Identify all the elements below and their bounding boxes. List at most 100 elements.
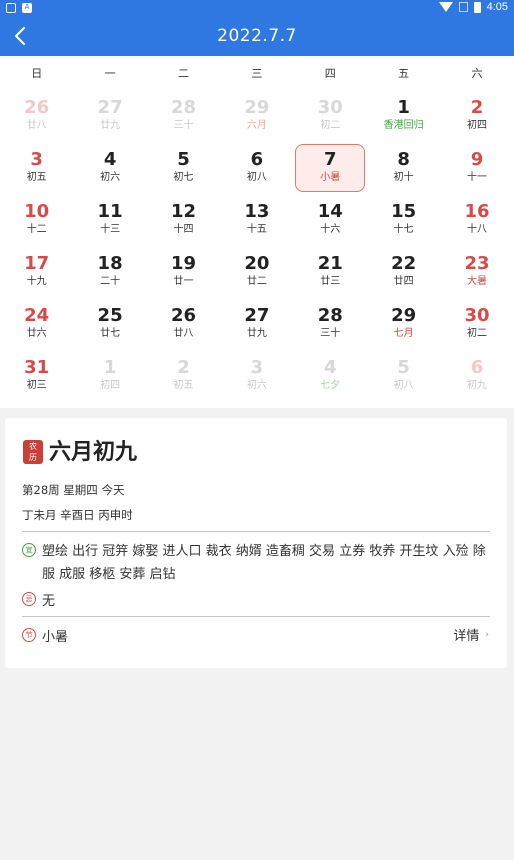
lunar-day: 廿二: [246, 276, 267, 287]
status-time: 4:05: [486, 1, 508, 13]
day-cell[interactable]: 18 二十: [73, 246, 146, 298]
day-number: 1: [397, 97, 410, 118]
day-cell[interactable]: 15 十七: [367, 194, 440, 246]
day-cell[interactable]: 6 初九: [440, 350, 513, 402]
day-cell-selected[interactable]: 7 小暑: [294, 142, 367, 194]
day-number: 21: [317, 253, 343, 274]
day-cell[interactable]: 30 初二: [294, 90, 367, 142]
day-number: 3: [250, 357, 264, 378]
day-cell[interactable]: 17 十九: [0, 246, 73, 298]
day-cell[interactable]: 28 三十: [294, 298, 367, 350]
day-cell[interactable]: 29 七月: [367, 298, 440, 350]
day-cell[interactable]: 2 初四: [440, 90, 513, 142]
day-cell[interactable]: 20 廿二: [220, 246, 293, 298]
day-cell[interactable]: 28 三十: [147, 90, 220, 142]
day-cell[interactable]: 1 初四: [73, 350, 146, 402]
lunar-day: 初五: [26, 172, 47, 183]
lunar-day: 十八: [467, 224, 488, 235]
day-cell[interactable]: 19 廿一: [147, 246, 220, 298]
day-cell[interactable]: 16 十八: [440, 194, 513, 246]
day-number: 3: [30, 149, 43, 170]
day-cell[interactable]: 8 初十: [367, 142, 440, 194]
weekday-label: 日: [31, 67, 43, 80]
day-number: 17: [24, 253, 50, 274]
day-cell[interactable]: 5 初八: [367, 350, 440, 402]
day-cell[interactable]: 2 初五: [147, 350, 220, 402]
day-cell[interactable]: 27 廿九: [73, 90, 146, 142]
day-cell[interactable]: 4 七夕: [294, 350, 367, 402]
day-cell[interactable]: 13 十五: [220, 194, 293, 246]
lunar-day: 初三: [26, 380, 47, 391]
page-title: 2022.7.7: [217, 26, 297, 46]
notification-icon: [6, 3, 16, 13]
day-cell[interactable]: 30 初二: [440, 298, 513, 350]
chevron-right-icon: ›: [485, 629, 489, 640]
weekday-label: 四: [324, 67, 336, 80]
day-cell[interactable]: 27 廿九: [220, 298, 293, 350]
day-cell[interactable]: 31 初三: [0, 350, 73, 402]
day-cell[interactable]: 3 初六: [220, 350, 293, 402]
day-cell[interactable]: 22 廿四: [367, 246, 440, 298]
weekday-label: 一: [104, 67, 116, 80]
day-cell[interactable]: 10 十二: [0, 194, 73, 246]
week-info: 第28周 星期四 今天: [22, 483, 125, 497]
day-number: 30: [464, 305, 490, 326]
day-cell[interactable]: 29 六月: [220, 90, 293, 142]
lunar-day: 初九: [467, 380, 488, 391]
lunar-day: 七月: [393, 328, 414, 339]
day-number: 28: [317, 305, 343, 326]
lunar-day: 廿三: [320, 276, 341, 287]
day-number: 25: [97, 305, 123, 326]
lunar-day: 廿九: [246, 328, 267, 339]
lunar-day: 初十: [393, 172, 414, 183]
calendar-grid: 26 廿八 27 廿九 28 三十 29 六月 30 初二 1 香港回归 2 初四 3 初五 4 初六 5 初七 6 初八…: [0, 90, 514, 402]
day-cell[interactable]: 12 十四: [147, 194, 220, 246]
calendar-month: 日一二三四五六 26 廿八 27 廿九 28 三十 29 六月 30 初二 1 香港回归 2 初四 3 初五 4…: [0, 56, 514, 408]
day-cell[interactable]: 23 大暑: [440, 246, 513, 298]
day-number: 24: [24, 305, 50, 326]
day-cell[interactable]: 5 初七: [147, 142, 220, 194]
day-number: 6: [250, 149, 264, 170]
day-cell[interactable]: 26 廿八: [147, 298, 220, 350]
day-cell[interactable]: 26 廿八: [0, 90, 73, 142]
app-header: 2022.7.7: [0, 16, 514, 56]
day-number: 27: [244, 305, 270, 326]
lunar-day: 六月: [246, 120, 267, 131]
lunar-day: 初八: [393, 380, 414, 391]
details-link[interactable]: 详情 ›: [453, 625, 489, 644]
lunar-badge-icon: 农 历: [23, 440, 43, 464]
day-number: 14: [317, 201, 343, 222]
day-cell[interactable]: 6 初八: [220, 142, 293, 194]
day-number: 8: [397, 149, 410, 170]
day-cell[interactable]: 25 廿七: [73, 298, 146, 350]
day-number: 31: [24, 357, 50, 378]
day-cell[interactable]: 14 十六: [294, 194, 367, 246]
day-number: 29: [391, 305, 417, 326]
lunar-day: 廿四: [393, 276, 414, 287]
weekday-header: 日一二三四五六: [0, 56, 514, 90]
day-number: 18: [97, 253, 123, 274]
ji-icon: 忌: [22, 592, 36, 606]
day-number: 22: [391, 253, 417, 274]
day-number: 27: [97, 97, 123, 118]
lunar-date: 六月初九: [49, 440, 138, 465]
day-number: 19: [170, 253, 196, 274]
day-number: 9: [470, 149, 484, 170]
day-number: 4: [103, 149, 117, 170]
lunar-day: 十一: [467, 172, 488, 183]
day-cell[interactable]: 21 廿三: [294, 246, 367, 298]
details-label: 详情: [453, 629, 480, 644]
day-number: 4: [323, 357, 337, 378]
app-notification-icon: A: [22, 3, 32, 13]
day-cell[interactable]: 3 初五: [0, 142, 73, 194]
day-cell[interactable]: 11 十三: [73, 194, 146, 246]
day-number: 2: [177, 357, 190, 378]
day-cell[interactable]: 24 廿六: [0, 298, 73, 350]
day-cell[interactable]: 9 十一: [440, 142, 513, 194]
lunar-day: 十三: [100, 224, 121, 235]
day-number: 11: [97, 201, 123, 222]
battery-icon: [473, 1, 481, 13]
day-cell[interactable]: 1 香港回归: [367, 90, 440, 142]
lunar-day: 二十: [100, 276, 121, 287]
day-cell[interactable]: 4 初六: [73, 142, 146, 194]
